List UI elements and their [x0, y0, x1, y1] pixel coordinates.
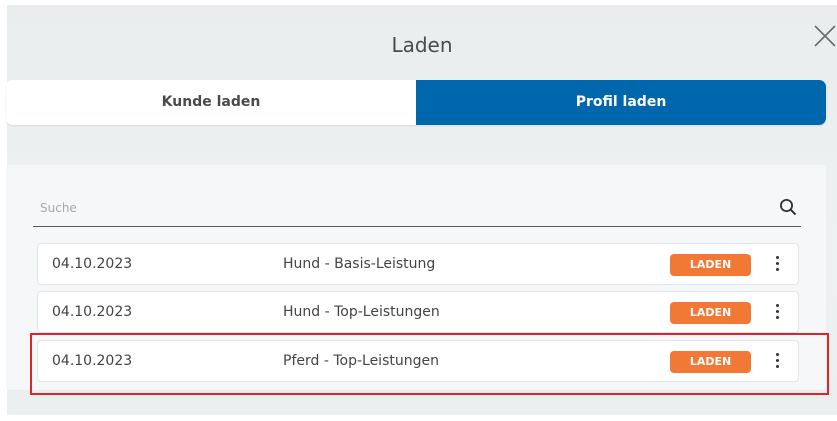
profile-name: Hund - Basis-Leistung	[283, 256, 436, 272]
more-vertical-icon[interactable]	[772, 353, 782, 371]
dialog-title: Laden	[391, 33, 453, 57]
profile-date: 04.10.2023	[52, 353, 133, 369]
profile-date: 04.10.2023	[52, 304, 133, 320]
profile-date: 04.10.2023	[52, 256, 133, 272]
more-vertical-icon[interactable]	[772, 256, 782, 274]
load-button[interactable]: LADEN	[670, 351, 751, 373]
profile-name: Hund - Top-Leistungen	[283, 304, 440, 320]
search-bar	[33, 188, 801, 227]
more-vertical-icon[interactable]	[772, 304, 782, 322]
list-item: 04.10.2023 Hund - Top-Leistungen LADEN	[37, 291, 799, 333]
list-item: 04.10.2023 Hund - Basis-Leistung LADEN	[37, 243, 799, 285]
search-icon[interactable]	[779, 198, 797, 216]
close-icon[interactable]	[812, 23, 837, 49]
tab-bar: Kunde laden Profil laden	[6, 80, 826, 125]
profile-name: Pferd - Top-Leistungen	[283, 353, 439, 369]
list-item: 04.10.2023 Pferd - Top-Leistungen LADEN	[37, 340, 799, 382]
tab-profil-laden[interactable]: Profil laden	[416, 80, 826, 125]
tab-kunde-laden[interactable]: Kunde laden	[6, 80, 416, 125]
load-button[interactable]: LADEN	[670, 254, 751, 276]
search-input[interactable]	[38, 196, 742, 220]
load-button[interactable]: LADEN	[670, 302, 751, 324]
